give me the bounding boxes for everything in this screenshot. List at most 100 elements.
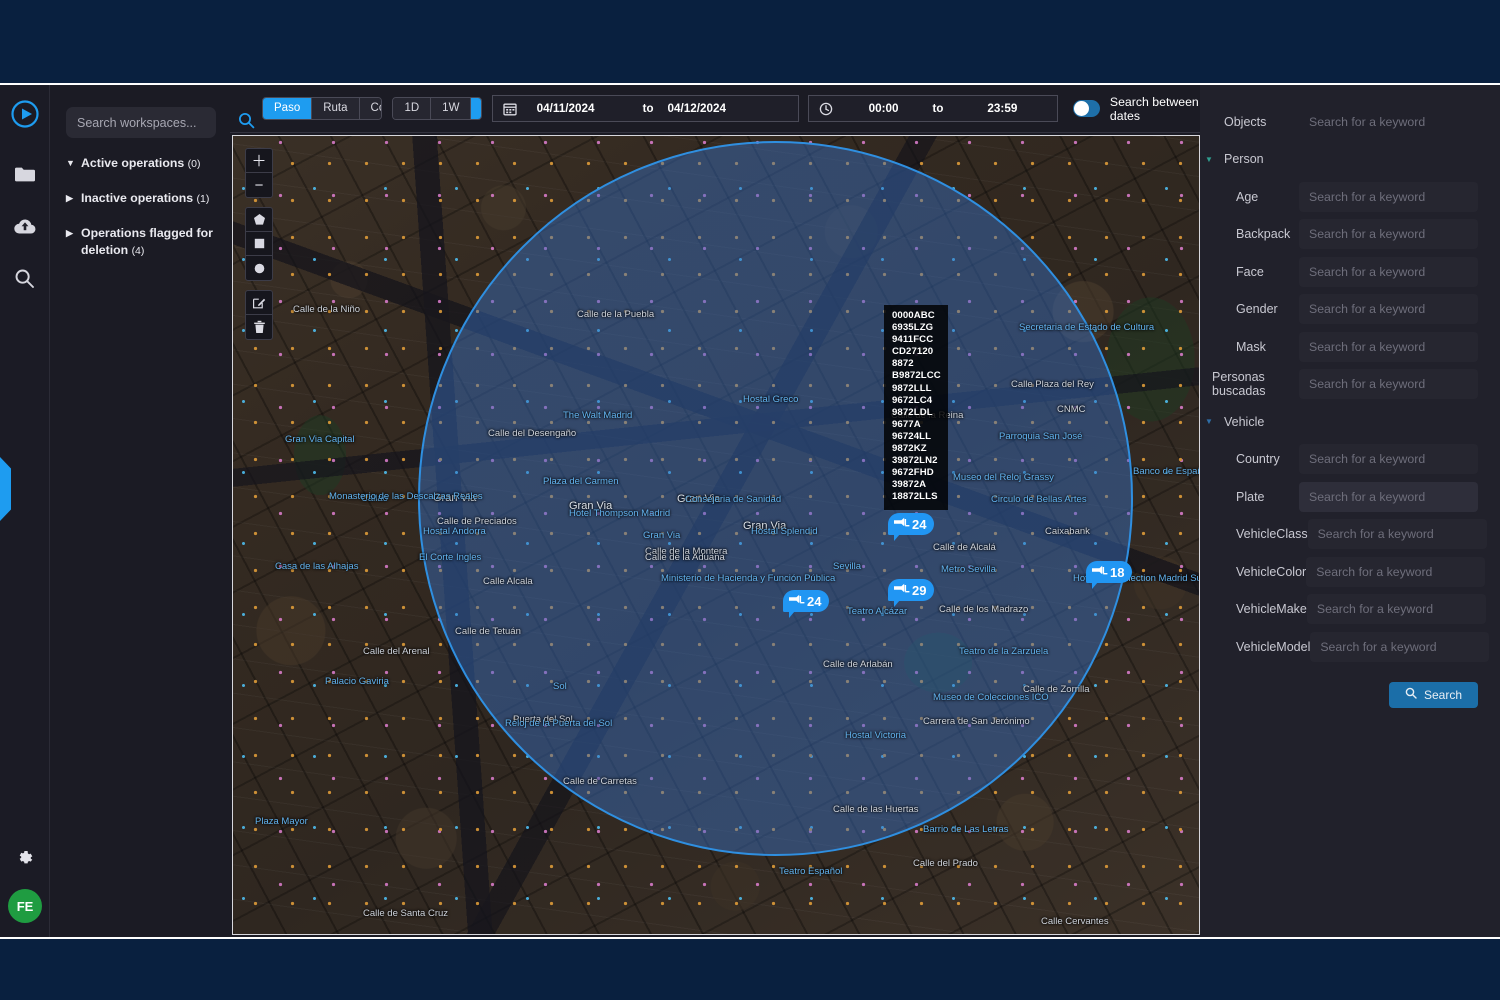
plate-item[interactable]: 96724LL: [892, 431, 941, 443]
plate-item[interactable]: B9872LCC: [892, 370, 941, 382]
filter-row-vehiclecolor: VehicleColor: [1200, 553, 1486, 591]
plate-item[interactable]: 6935LZG: [892, 322, 941, 334]
filter-input-objects[interactable]: [1299, 106, 1478, 137]
plate-item[interactable]: 9672FHD: [892, 467, 941, 479]
gear-icon[interactable]: [8, 841, 42, 875]
filter-row-backpack: Backpack: [1200, 216, 1478, 254]
filter-row-vehiclemodel: VehicleModel: [1200, 628, 1490, 666]
plate-results-overlay[interactable]: 0000ABC 6935LZG 9411FCC CD27120 8872 B9872LCC…: [884, 305, 948, 510]
edit-shape-button[interactable]: [246, 291, 272, 315]
draw-circle-button[interactable]: [246, 256, 272, 280]
plate-item[interactable]: 0000ABC: [892, 310, 941, 322]
workspace-group-label: Inactive operations: [81, 191, 194, 205]
chevron-down-icon[interactable]: ▼: [1205, 155, 1213, 164]
search-between-dates-toggle[interactable]: [1073, 100, 1100, 117]
filter-input-mask[interactable]: [1299, 331, 1478, 362]
zoom-in-button[interactable]: ＋: [246, 149, 272, 173]
chevron-down-icon[interactable]: ▼: [1205, 417, 1213, 426]
filter-input-personas-buscadas[interactable]: [1299, 369, 1478, 400]
zoom-out-button[interactable]: −: [246, 173, 272, 197]
time-from-input[interactable]: [848, 102, 919, 115]
plate-item[interactable]: 8872: [892, 358, 941, 370]
filter-input-gender[interactable]: [1299, 294, 1478, 325]
plate-item[interactable]: 39872LN2: [892, 455, 941, 467]
filter-input-plate[interactable]: [1299, 481, 1478, 512]
map-canvas[interactable]: Calle de la Niño Calle de la Puebla Calle …: [232, 135, 1200, 935]
date-from-input[interactable]: [536, 102, 629, 115]
time-range-separator: to: [932, 102, 944, 115]
filter-row-vehiclemake: VehicleMake: [1200, 591, 1486, 629]
plate-item[interactable]: 9872LDL: [892, 407, 941, 419]
mode-convoy-button[interactable]: Convoy: [359, 98, 382, 119]
camera-marker[interactable]: 18: [1086, 561, 1133, 589]
map-zoom-group: ＋ −: [245, 148, 273, 198]
draw-polygon-button[interactable]: [246, 208, 272, 232]
filter-label: Country: [1236, 452, 1280, 467]
delete-shape-button[interactable]: [246, 315, 272, 339]
filter-input-vehiclecolor[interactable]: [1306, 556, 1486, 587]
mode-ruta-button[interactable]: Ruta: [312, 98, 360, 119]
workspace-search[interactable]: [66, 107, 255, 138]
camera-marker-count: 18: [1110, 564, 1125, 580]
folder-icon[interactable]: [8, 157, 42, 191]
draw-rectangle-button[interactable]: [246, 232, 272, 256]
filter-row-country: Country: [1200, 441, 1478, 479]
chevron-right-icon: ▶: [66, 193, 73, 203]
plate-item[interactable]: 9677A: [892, 419, 941, 431]
camera-icon: [893, 516, 910, 532]
cloud-upload-icon[interactable]: [8, 209, 42, 243]
filter-input-backpack[interactable]: [1299, 219, 1478, 250]
range-1m-button[interactable]: 1M: [471, 98, 481, 119]
date-to-input[interactable]: [667, 102, 788, 115]
left-icon-rail: FE: [0, 85, 50, 937]
filter-input-vehicleclass[interactable]: [1307, 519, 1487, 550]
filter-input-face[interactable]: [1299, 256, 1478, 287]
range-1d-button[interactable]: 1D: [393, 98, 432, 119]
filters-panel: Objects ▼ Person Age Backpack Face Gender Mask P…: [1200, 85, 1500, 937]
filter-row-vehicle: ▼ Vehicle: [1200, 403, 1478, 441]
filter-input-vehiclemodel[interactable]: [1310, 631, 1490, 662]
workspace-group-inactive[interactable]: ▶ Inactive operations (1): [66, 190, 216, 208]
plate-item[interactable]: CD27120: [892, 346, 941, 358]
filter-label: Backpack: [1236, 227, 1291, 242]
camera-icon: [788, 593, 805, 609]
search-icon[interactable]: [8, 261, 42, 295]
plate-item[interactable]: 9872LLL: [892, 383, 941, 395]
filter-input-age[interactable]: [1299, 181, 1478, 212]
application-shell: FE ▼ Active operations (0) ▶ Inactive op…: [0, 85, 1500, 937]
date-range-field[interactable]: to: [491, 95, 799, 122]
filter-row-objects: Objects: [1200, 103, 1478, 141]
search-between-dates-group: Search between dates: [1073, 95, 1200, 123]
chevron-right-icon: ▶: [66, 228, 73, 238]
filter-row-plate: Plate: [1200, 478, 1478, 516]
sidebar-collapse-handle[interactable]: [0, 457, 11, 521]
plate-item[interactable]: 9411FCC: [892, 334, 941, 346]
range-1w-button[interactable]: 1W: [431, 98, 472, 119]
plate-item[interactable]: 9672LC4: [892, 395, 941, 407]
workspace-group-active[interactable]: ▼ Active operations (0): [66, 155, 216, 173]
filter-input-vehiclemake[interactable]: [1306, 594, 1486, 625]
mode-paso-button[interactable]: Paso: [263, 98, 313, 119]
camera-marker[interactable]: 24: [888, 513, 935, 541]
search-workspaces-input[interactable]: [77, 115, 238, 130]
filter-label: Face: [1236, 264, 1264, 279]
plate-item[interactable]: 9872KZ: [892, 443, 941, 455]
play-logo-icon[interactable]: [8, 97, 42, 131]
time-range-field[interactable]: to: [807, 95, 1059, 122]
map-poi-dots: [233, 136, 1199, 934]
search-button[interactable]: Search: [1388, 681, 1478, 708]
filter-input-country[interactable]: [1299, 444, 1478, 475]
search-icon[interactable]: [238, 112, 255, 134]
workspace-group-count: (4): [131, 245, 145, 257]
workspace-group-label: Operations flagged for deletion: [81, 226, 213, 257]
plate-item[interactable]: 39872A: [892, 479, 941, 491]
plate-item[interactable]: 18872LLS: [892, 491, 941, 503]
workspace-group-flagged[interactable]: ▶ Operations flagged for deletion (4): [66, 225, 216, 260]
camera-marker[interactable]: 29: [888, 579, 935, 607]
workspace-group-count: (0): [187, 158, 201, 170]
filter-label: Personas buscadas: [1212, 370, 1266, 399]
camera-marker[interactable]: 24: [783, 590, 830, 618]
time-to-input[interactable]: [957, 102, 1048, 115]
filter-row-personas-buscadas: Personas buscadas: [1200, 366, 1478, 404]
user-avatar[interactable]: FE: [8, 889, 42, 923]
